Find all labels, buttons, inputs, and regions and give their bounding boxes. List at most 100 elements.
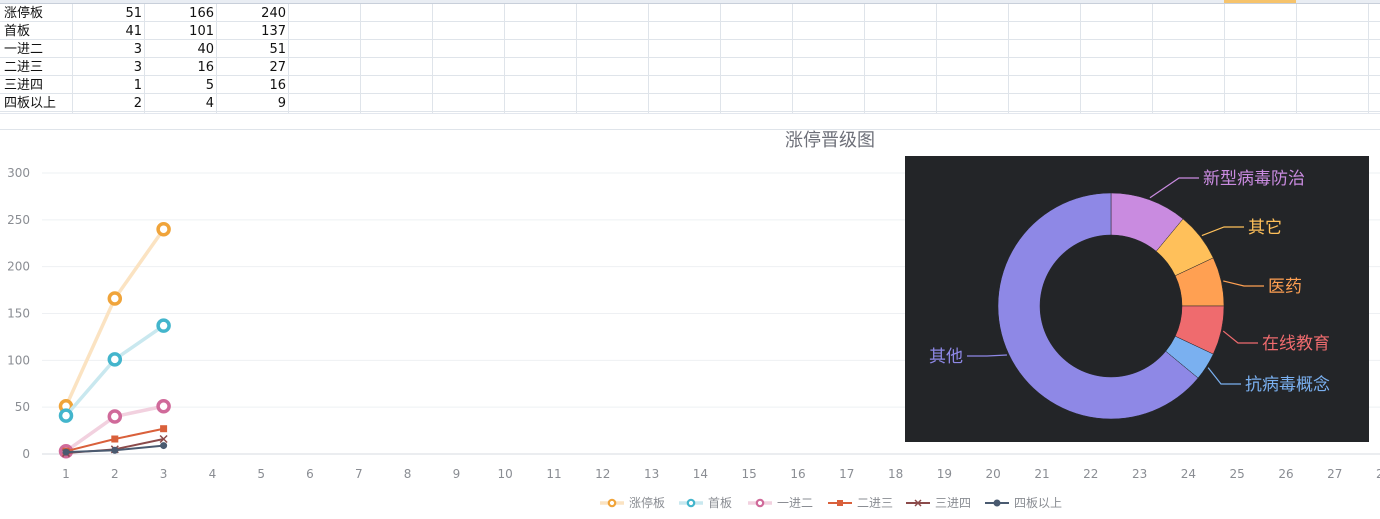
x-tick-label: 20 — [986, 467, 1001, 481]
row-label-cell[interactable]: 首板 — [4, 23, 74, 41]
column-header[interactable] — [216, 0, 288, 4]
value-cell[interactable]: 4 — [144, 95, 214, 113]
x-axis: 1 2 3 4 5 6 7 8 9 10 11 12 13 14 15 16 17 18 19 20 21 22 23 24 2… — [62, 467, 1380, 481]
column-header[interactable] — [648, 0, 720, 4]
donut-slice-label: 医药 — [1268, 277, 1302, 297]
column-header[interactable] — [792, 0, 864, 4]
x-tick-label: 5 — [257, 467, 265, 481]
legend-item[interactable]: 涨停板 — [600, 495, 665, 510]
x-tick-label: 9 — [453, 467, 461, 481]
x-tick-label: 11 — [546, 467, 561, 481]
x-tick-label: 19 — [937, 467, 952, 481]
column-header[interactable] — [288, 0, 360, 4]
column-header[interactable] — [0, 0, 72, 4]
value-cell[interactable]: 9 — [216, 95, 286, 113]
donut-slice-label: 新型病毒防治 — [1203, 169, 1305, 189]
legend: 涨停板 首板 一进二 二进三 三进四 四板以上 — [600, 495, 1062, 510]
column-header[interactable] — [576, 0, 648, 4]
column-header[interactable] — [864, 0, 936, 4]
value-cell[interactable]: 3 — [72, 59, 142, 77]
value-cell[interactable]: 101 — [144, 23, 214, 41]
column-header[interactable] — [72, 0, 144, 4]
legend-item[interactable]: 四板以上 — [985, 496, 1062, 510]
x-tick-label: 10 — [498, 467, 513, 481]
data-point[interactable] — [107, 409, 123, 424]
column-header[interactable] — [720, 0, 792, 4]
y-tick-label: 200 — [7, 260, 30, 274]
x-tick-label: 22 — [1083, 467, 1098, 481]
x-tick-label: 6 — [306, 467, 314, 481]
data-point[interactable] — [160, 442, 168, 450]
column-header[interactable] — [1368, 0, 1380, 4]
legend-item[interactable]: 一进二 — [748, 496, 813, 510]
donut-chart-panel: 新型病毒防治其它医药在线教育抗病毒概念 其他 — [905, 156, 1369, 442]
value-cell[interactable]: 1 — [72, 77, 142, 95]
series-line — [64, 228, 166, 407]
data-point[interactable] — [156, 318, 171, 333]
x-tick-label: 8 — [404, 467, 412, 481]
data-point[interactable] — [107, 291, 123, 306]
legend-label: 二进三 — [857, 496, 893, 510]
x-tick-label: 13 — [644, 467, 659, 481]
legend-item[interactable]: 首板 — [679, 496, 732, 510]
donut-slice-label: 抗病毒概念 — [1245, 374, 1330, 395]
x-tick-label: 24 — [1181, 467, 1196, 481]
y-tick-label: 0 — [22, 447, 30, 461]
chart-title: 涨停晋级图 — [785, 130, 875, 151]
y-tick-label: 100 — [7, 353, 30, 367]
value-cell[interactable]: 3 — [72, 41, 142, 59]
column-header[interactable] — [360, 0, 432, 4]
y-tick-label: 150 — [7, 307, 30, 321]
legend-item[interactable]: 二进三 — [828, 496, 893, 510]
row-label-cell[interactable]: 四板以上 — [4, 95, 74, 113]
legend-label: 三进四 — [935, 496, 971, 510]
x-tick-label: 28 — [1376, 467, 1380, 481]
row-label-cell[interactable]: 一进二 — [4, 41, 74, 59]
value-cell[interactable]: 51 — [72, 5, 142, 23]
column-header[interactable] — [936, 0, 1008, 4]
column-header[interactable] — [1152, 0, 1224, 4]
donut-slice-label: 在线教育 — [1262, 334, 1330, 354]
column-header[interactable] — [1296, 0, 1368, 4]
y-tick-label: 250 — [7, 213, 30, 227]
value-cell[interactable]: 51 — [216, 41, 286, 59]
row-label-cell[interactable]: 二进三 — [4, 59, 74, 77]
legend-item[interactable]: 三进四 — [906, 496, 971, 510]
value-cell[interactable]: 5 — [144, 77, 214, 95]
column-header[interactable] — [1224, 0, 1296, 4]
x-tick-label: 17 — [839, 467, 854, 481]
value-cell[interactable]: 16 — [144, 59, 214, 77]
x-tick-label: 12 — [595, 467, 610, 481]
value-cell[interactable]: 2 — [72, 95, 142, 113]
data-point[interactable] — [156, 221, 171, 237]
data-point[interactable] — [58, 408, 74, 423]
x-tick-label: 21 — [1034, 467, 1049, 481]
row-label-cell[interactable]: 涨停板 — [4, 5, 74, 23]
y-tick-label: 50 — [15, 400, 30, 414]
y-axis: 0 50 100 150 200 250 300 — [7, 166, 30, 461]
x-tick-label: 7 — [355, 467, 363, 481]
value-cell[interactable]: 27 — [216, 59, 286, 77]
column-header[interactable] — [432, 0, 504, 4]
column-header[interactable] — [1080, 0, 1152, 4]
data-point[interactable] — [111, 446, 119, 454]
column-header[interactable] — [504, 0, 576, 4]
data-point[interactable] — [156, 398, 171, 414]
donut-slice-label: 其他 — [929, 347, 963, 367]
column-header[interactable] — [1008, 0, 1080, 4]
x-tick-label: 26 — [1278, 467, 1293, 481]
data-point[interactable] — [111, 435, 119, 443]
value-cell[interactable]: 137 — [216, 23, 286, 41]
value-cell[interactable]: 16 — [216, 77, 286, 95]
value-cell[interactable]: 40 — [144, 41, 214, 59]
value-cell[interactable]: 41 — [72, 23, 142, 41]
legend-label: 一进二 — [777, 496, 813, 510]
value-cell[interactable]: 240 — [216, 5, 286, 23]
column-header[interactable] — [144, 0, 216, 4]
row-label-cell[interactable]: 三进四 — [4, 77, 74, 95]
data-point[interactable] — [62, 448, 70, 456]
data-point[interactable] — [160, 425, 168, 433]
value-cell[interactable]: 166 — [144, 5, 214, 23]
y-tick-label: 300 — [7, 166, 30, 180]
data-point[interactable] — [107, 352, 123, 367]
